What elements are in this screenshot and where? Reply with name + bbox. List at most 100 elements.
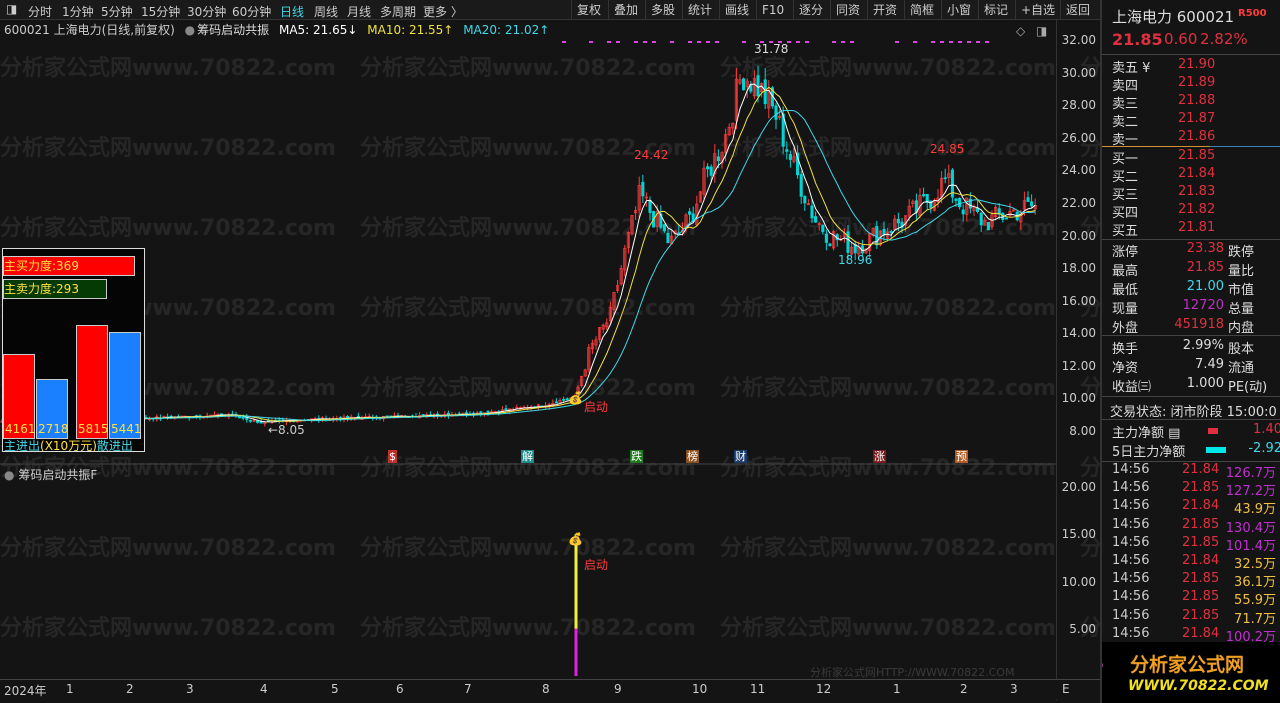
ticks-cell: 21.84 bbox=[1182, 625, 1220, 641]
event-marker[interactable]: 涨 bbox=[873, 450, 886, 463]
event-marker[interactable]: 财 bbox=[734, 450, 747, 463]
bids-row: 买二 21.84 bbox=[1112, 166, 1280, 185]
lower-tick: 20.00 bbox=[1061, 480, 1096, 494]
signal-dot bbox=[976, 41, 980, 43]
stats-cell: 最高 bbox=[1112, 264, 1139, 279]
flow-cell: 1.40 bbox=[1253, 422, 1280, 437]
toolbar-button[interactable]: 标记 bbox=[978, 0, 1013, 20]
period-tab[interactable]: 月线 bbox=[347, 3, 371, 20]
candle-body bbox=[896, 218, 900, 224]
price-tick: 24.00 bbox=[1061, 163, 1096, 178]
toolbar-button[interactable]: 画线 bbox=[719, 0, 754, 20]
period-tab[interactable]: 日线 bbox=[280, 3, 304, 20]
price-tick: 20.00 bbox=[1061, 228, 1096, 243]
toolbar-button[interactable]: 小窗 bbox=[941, 0, 976, 20]
annotation-low-1: 18.96 bbox=[838, 253, 873, 267]
candle-body bbox=[504, 408, 508, 411]
event-marker[interactable]: $ bbox=[388, 450, 397, 463]
period-tab[interactable]: 多周期 bbox=[380, 3, 416, 20]
candle-body bbox=[810, 205, 814, 219]
candle-body bbox=[828, 243, 832, 246]
flower-icon: ✿ bbox=[1102, 648, 1105, 688]
window-icon[interactable]: ◨ bbox=[1036, 24, 1047, 38]
period-tab[interactable]: 1分钟 bbox=[62, 3, 94, 20]
period-tab[interactable]: 60分钟 bbox=[232, 3, 271, 20]
toolbar-button[interactable]: +自选 bbox=[1015, 0, 1060, 20]
candle-body bbox=[641, 182, 645, 197]
date-tick: 2024年 bbox=[4, 684, 47, 698]
ticks-row: 14:56 21.85 127.2万 bbox=[1112, 480, 1280, 499]
period-tab[interactable]: 15分钟 bbox=[141, 3, 180, 20]
signal-dot bbox=[715, 41, 719, 43]
toolbar-button[interactable]: 复权 bbox=[571, 0, 606, 20]
footer-main: 主进出 bbox=[4, 439, 41, 453]
event-marker[interactable]: 预 bbox=[955, 450, 968, 463]
candle-body bbox=[943, 177, 947, 180]
flow-cell: 主力净额 ▤ bbox=[1112, 426, 1181, 441]
sell-force-bar: 主卖力度:293 bbox=[3, 279, 107, 299]
event-marker[interactable]: 榜 bbox=[686, 450, 699, 463]
ticks-row: 14:56 21.85 55.9万 bbox=[1112, 589, 1280, 608]
flow-bar bbox=[1208, 428, 1218, 434]
annotation-high-2: 31.78 bbox=[754, 42, 789, 56]
toolbar-button[interactable]: 逐分 bbox=[793, 0, 828, 20]
toolbar-button[interactable]: 简框 bbox=[904, 0, 939, 20]
period-tab[interactable]: 30分钟 bbox=[187, 3, 226, 20]
asks-cell: 卖四 bbox=[1112, 79, 1139, 94]
date-tick: 11 bbox=[750, 682, 766, 696]
toolbar-button[interactable]: 叠加 bbox=[608, 0, 643, 20]
signal-dot bbox=[634, 41, 638, 43]
price-axis: 32.00 30.00 28.00 26.00 24.00 22.00 20.00 18.00… bbox=[1056, 20, 1100, 700]
lower-indicator-title[interactable]: 筹码启动共振F bbox=[18, 468, 97, 482]
stats2-cell: 股本 bbox=[1228, 342, 1255, 357]
toolbar-button[interactable]: 多股 bbox=[645, 0, 680, 20]
annotation-high-3: 24.85 bbox=[930, 142, 965, 156]
panel-toggle-icon[interactable]: ◨ bbox=[6, 2, 17, 16]
toolbar-button[interactable]: 返回 bbox=[1060, 0, 1095, 20]
price-change: 0.60 bbox=[1164, 30, 1198, 48]
period-tab[interactable]: 周线 bbox=[314, 3, 338, 20]
price-tick: 22.00 bbox=[1061, 195, 1096, 210]
lower-panel-header: ● 筹码启动共振F bbox=[4, 466, 97, 483]
price-tick: 16.00 bbox=[1061, 293, 1096, 308]
price-tick: 10.00 bbox=[1061, 391, 1096, 406]
bids-cell: 21.85 bbox=[1178, 148, 1216, 163]
indicator-toggle-icon[interactable]: ● bbox=[185, 23, 195, 37]
candles bbox=[0, 65, 1037, 427]
stats-row: 涨停 23.38 跌停 bbox=[1112, 241, 1280, 260]
candle-body bbox=[756, 75, 760, 97]
stats-cell: 总量 bbox=[1228, 302, 1255, 317]
candle-body bbox=[763, 79, 767, 105]
candle-body bbox=[785, 149, 789, 152]
stats-cell: 21.85 bbox=[1186, 260, 1224, 275]
stats-cell: 跌停 bbox=[1228, 245, 1255, 260]
indicator-name[interactable]: 筹码启动共振 bbox=[197, 23, 269, 37]
event-marker[interactable]: 跌 bbox=[630, 450, 643, 463]
diamond-icon[interactable]: ◇ bbox=[1016, 24, 1025, 38]
lower-start-label: 启动 bbox=[584, 558, 609, 572]
candlestick-chart[interactable] bbox=[0, 0, 1100, 700]
ticks-row: 14:56 21.84 126.7万 bbox=[1112, 462, 1280, 481]
toolbar-button[interactable]: F10 bbox=[756, 0, 789, 20]
candle-body bbox=[958, 197, 962, 208]
stats2-cell: 2.99% bbox=[1182, 338, 1224, 353]
period-tab[interactable]: 更多 〉 bbox=[423, 3, 463, 20]
candle-body bbox=[709, 166, 713, 176]
toolbar-button[interactable]: 开资 bbox=[867, 0, 902, 20]
toolbar-button[interactable]: 统计 bbox=[682, 0, 717, 20]
period-tab[interactable]: 5分钟 bbox=[101, 3, 133, 20]
stats2-cell: 收益㈢ bbox=[1112, 380, 1152, 395]
ticks-cell: 21.84 bbox=[1182, 553, 1220, 568]
asks-row: 卖五 ¥ 21.90 bbox=[1112, 57, 1280, 76]
signal-dot bbox=[607, 41, 611, 43]
event-marker[interactable]: 解 bbox=[521, 450, 534, 463]
signal-dot bbox=[913, 41, 917, 43]
ticks-cell: 32.5万 bbox=[1234, 557, 1276, 572]
candle-body bbox=[803, 196, 807, 204]
price-change-pct: 2.82% bbox=[1200, 30, 1248, 48]
indicator-toggle-icon[interactable]: ● bbox=[4, 468, 14, 482]
ticks-cell: 21.84 bbox=[1182, 498, 1220, 514]
candle-body bbox=[706, 166, 710, 170]
toolbar-button[interactable]: 同资 bbox=[830, 0, 865, 20]
period-tab[interactable]: 分时 bbox=[28, 3, 52, 20]
